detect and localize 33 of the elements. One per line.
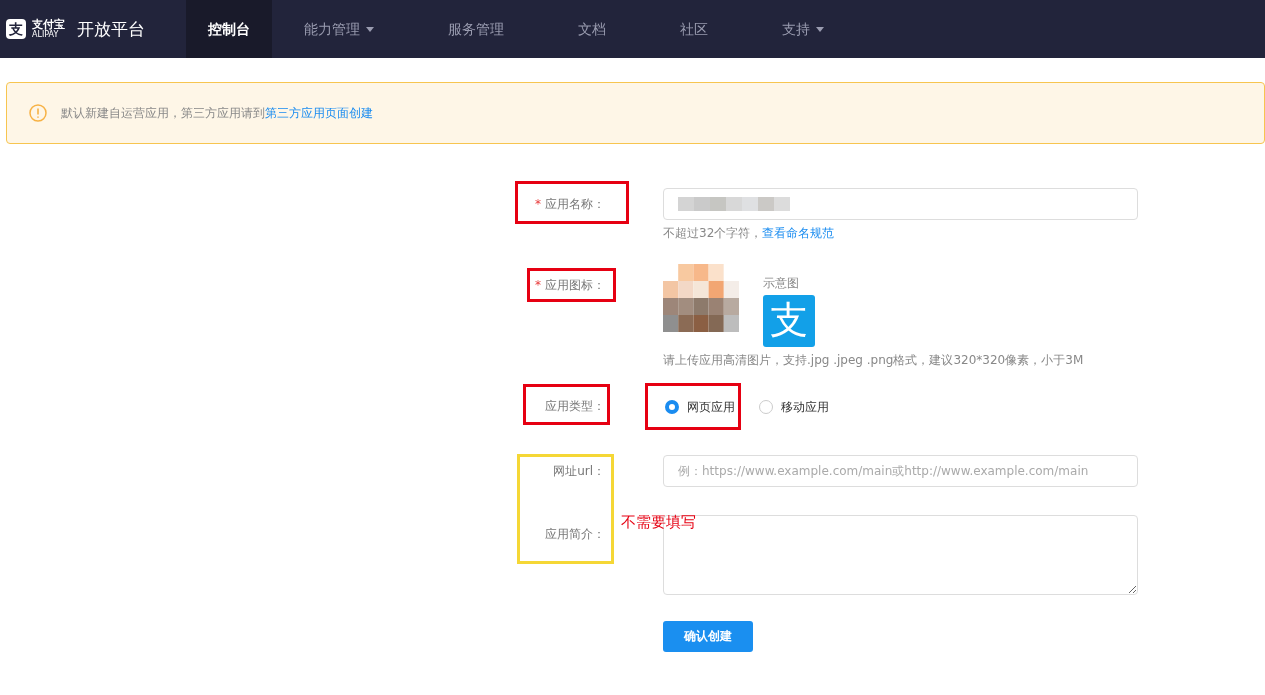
logo-mark: 支: [6, 19, 26, 39]
caret-icon: [816, 26, 824, 32]
naming-rules-link[interactable]: 查看命名规范: [762, 226, 835, 240]
nav-tab[interactable]: 文档: [552, 0, 632, 58]
input-field[interactable]: [663, 188, 1138, 220]
field-label: * 应用图标：: [534, 277, 605, 295]
nav-tab[interactable]: 控制台: [186, 0, 272, 58]
nav-tab[interactable]: 社区: [654, 0, 734, 58]
caret-icon: [366, 26, 374, 32]
alert-text: 默认新建自运营应用，第三方应用请到第三方应用页面创建: [61, 105, 373, 121]
nav-tab[interactable]: 支持: [756, 0, 850, 58]
field-hint: 不超过32个字符，查看命名规范: [663, 226, 836, 241]
nav-tab[interactable]: 服务管理: [422, 0, 530, 58]
field-label: 应用简介：: [544, 526, 605, 544]
create-link[interactable]: 第三方应用页面创建: [265, 105, 373, 120]
radio-option[interactable]: 移动应用: [759, 399, 829, 415]
warning-icon: [29, 104, 47, 122]
logo-subtitle: ALIPAY: [32, 31, 60, 39]
annotation-note: 不需要填写: [621, 513, 696, 531]
required-mark: *: [535, 197, 541, 211]
required-mark: *: [535, 278, 541, 293]
logo-name: 支付宝: [32, 19, 65, 30]
field-label: 网址url：: [552, 463, 605, 481]
platform-title: 开放平台: [77, 18, 145, 40]
submit-button[interactable]: 确认创建: [663, 621, 753, 653]
field-label: * 应用名称：: [534, 196, 605, 213]
field-label: 应用类型：: [544, 398, 605, 416]
radio-option[interactable]: 网页应用: [665, 399, 735, 415]
sample-label: 示意图: [763, 276, 800, 291]
input-placeholder: 例：https://www.example.com/main或http://www.example.com/main: [678, 463, 1089, 479]
nav-tab[interactable]: 能力管理: [278, 0, 400, 58]
sample-app-icon: 支: [763, 294, 815, 347]
field-hint: 请上传应用高清图片，支持.jpg .jpeg .png格式，建议320*320像素，小于3M: [663, 352, 1085, 368]
